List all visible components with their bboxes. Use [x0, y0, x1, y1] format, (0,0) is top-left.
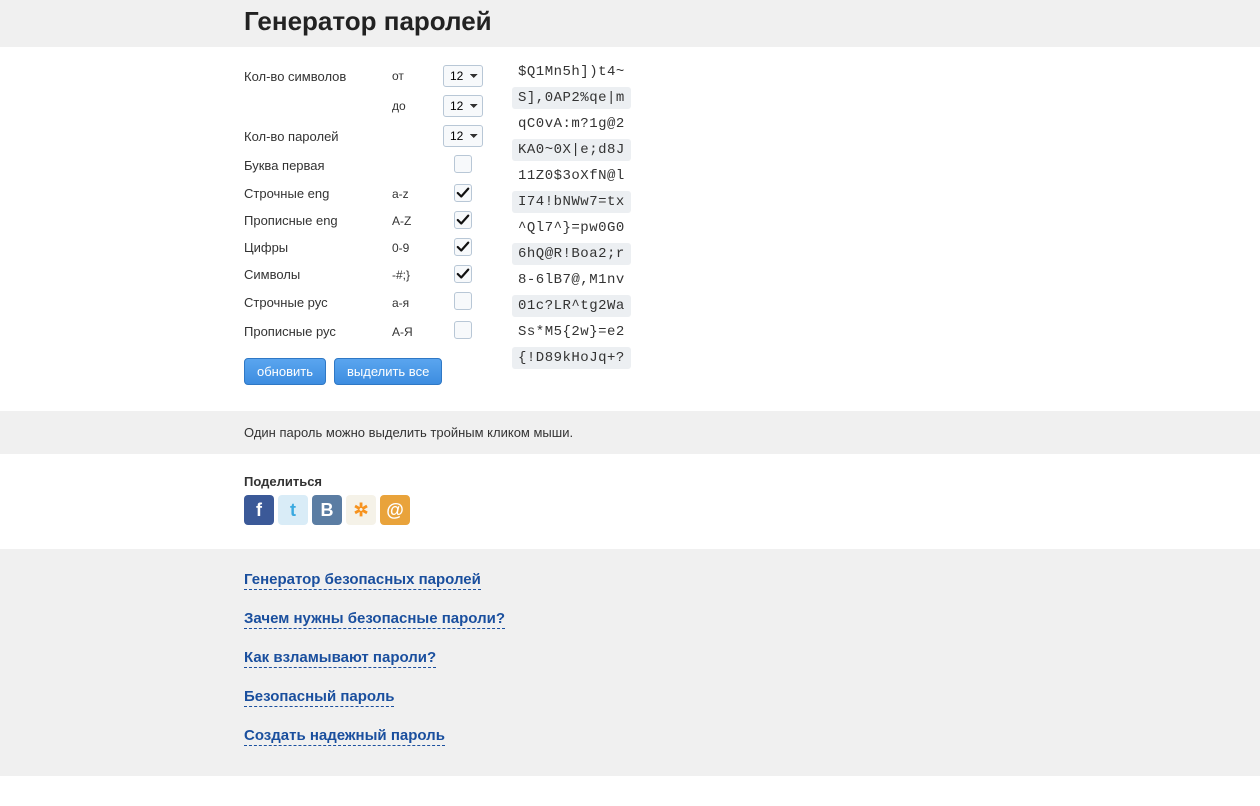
option-label: Строчные eng	[244, 180, 392, 207]
from-label: от	[392, 61, 436, 91]
password-item[interactable]: KA0~0X|e;d8J	[512, 139, 631, 161]
vk-icon[interactable]: B	[312, 495, 342, 525]
option-range: 0-9	[392, 234, 436, 261]
option-range: а-я	[392, 288, 436, 317]
facebook-icon[interactable]: f	[244, 495, 274, 525]
info-link[interactable]: Безопасный пароль	[244, 688, 394, 707]
chars-label: Кол-во символов	[244, 61, 392, 91]
options-form: Кол-во символов от 12 до 12	[244, 61, 512, 385]
refresh-button[interactable]: обновить	[244, 358, 326, 385]
password-results: $Q1Mn5h])t4~ S],0AP2%qe|m qC0vA:m?1g@2 KA0~…	[512, 61, 631, 385]
password-item[interactable]: Ss*M5{2w}=e2	[512, 321, 631, 343]
info-link[interactable]: Генератор безопасных паролей	[244, 571, 481, 590]
option-range	[392, 151, 436, 180]
option-label: Прописные eng	[244, 207, 392, 234]
mailru-icon[interactable]: @	[380, 495, 410, 525]
option-label: Цифры	[244, 234, 392, 261]
option-checkbox[interactable]	[454, 238, 472, 256]
info-link[interactable]: Создать надежный пароль	[244, 727, 445, 746]
option-checkbox[interactable]	[454, 321, 472, 339]
password-item[interactable]: ^Ql7^}=pw0G0	[512, 217, 631, 239]
password-item[interactable]: I74!bNWw7=tx	[512, 191, 631, 213]
twitter-icon[interactable]: t	[278, 495, 308, 525]
select-all-button[interactable]: выделить все	[334, 358, 442, 385]
option-label: Строчные рус	[244, 288, 392, 317]
chars-to-select[interactable]: 12	[443, 95, 483, 117]
odnoklassniki-icon[interactable]: ✲	[346, 495, 376, 525]
password-item[interactable]: qC0vA:m?1g@2	[512, 113, 631, 135]
hint-text: Один пароль можно выделить тройным клико…	[244, 425, 1260, 440]
option-label: Символы	[244, 261, 392, 288]
option-checkbox[interactable]	[454, 265, 472, 283]
page-title: Генератор паролей	[244, 6, 1260, 37]
password-item[interactable]: 8-6lB7@,M1nv	[512, 269, 631, 291]
password-count-select[interactable]: 12	[443, 125, 483, 147]
password-item[interactable]: 01c?LR^tg2Wa	[512, 295, 631, 317]
password-item[interactable]: $Q1Mn5h])t4~	[512, 61, 631, 83]
option-range: A-Z	[392, 207, 436, 234]
password-item[interactable]: S],0AP2%qe|m	[512, 87, 631, 109]
option-range: a-z	[392, 180, 436, 207]
option-checkbox[interactable]	[454, 155, 472, 173]
option-label: Буква первая	[244, 151, 392, 180]
option-label: Прописные рус	[244, 317, 392, 346]
password-item[interactable]: 11Z0$3oXfN@l	[512, 165, 631, 187]
share-title: Поделиться	[244, 474, 1260, 489]
info-link[interactable]: Как взламывают пароли?	[244, 649, 436, 668]
to-label: до	[392, 91, 436, 121]
count-label: Кол-во паролей	[244, 121, 392, 151]
option-checkbox[interactable]	[454, 184, 472, 202]
password-item[interactable]: 6hQ@R!Boa2;r	[512, 243, 631, 265]
chars-from-select[interactable]: 12	[443, 65, 483, 87]
password-item[interactable]: {!D89kHoJq+?	[512, 347, 631, 369]
option-range: А-Я	[392, 317, 436, 346]
option-range: -#;}	[392, 261, 436, 288]
info-link[interactable]: Зачем нужны безопасные пароли?	[244, 610, 505, 629]
option-checkbox[interactable]	[454, 211, 472, 229]
option-checkbox[interactable]	[454, 292, 472, 310]
